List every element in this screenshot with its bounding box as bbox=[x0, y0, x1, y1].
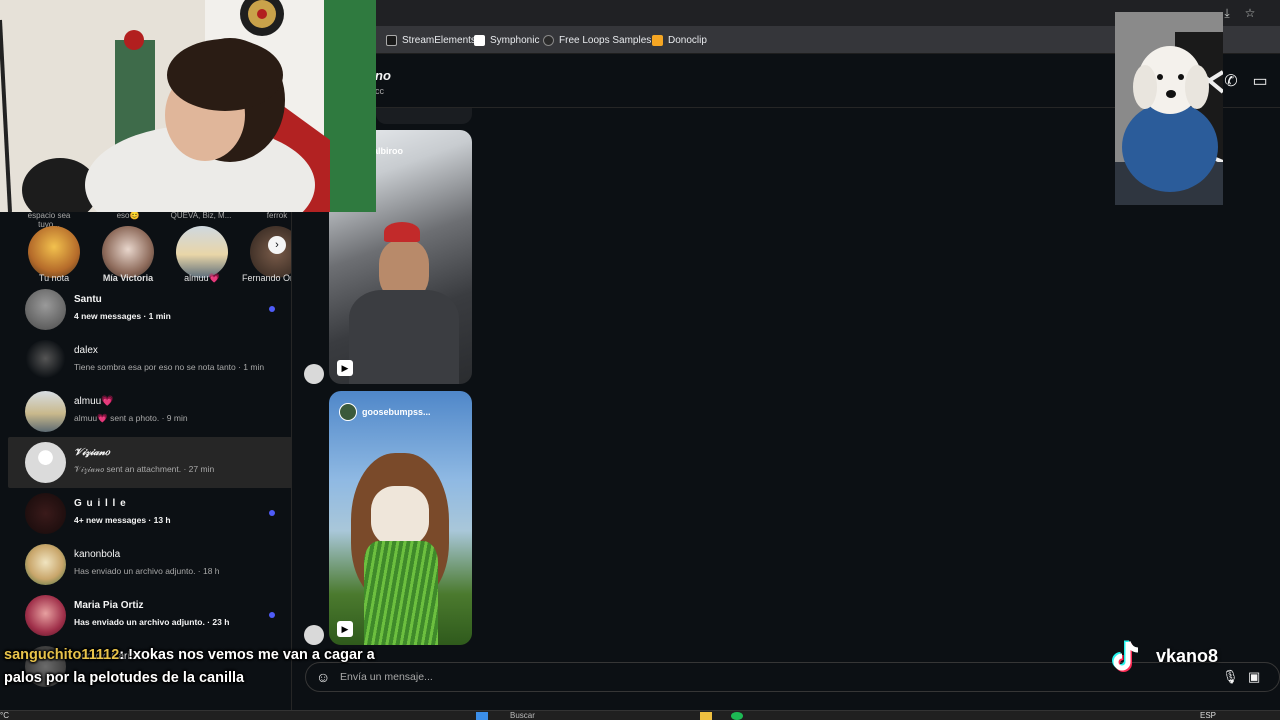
avatar bbox=[25, 493, 66, 534]
bookmark-label: Symphonic bbox=[490, 34, 540, 46]
file-explorer-icon[interactable] bbox=[700, 712, 712, 720]
note-bubble: ferrok bbox=[266, 211, 288, 220]
note-avatar[interactable] bbox=[28, 226, 80, 278]
conversation-preview: Has enviado un archivo adjunto. · 23 h bbox=[74, 617, 230, 627]
reel-username-text: albiroo bbox=[373, 146, 404, 156]
avatar bbox=[25, 391, 66, 432]
phone-call-icon[interactable]: ✆ bbox=[1221, 72, 1241, 92]
chat-title[interactable]: no bbox=[375, 68, 391, 83]
bookmark-freeloops[interactable]: Free Loops Samples... bbox=[543, 32, 660, 48]
tiktok-handle: vkano8 bbox=[1156, 645, 1219, 666]
conversation-name: almuu💗 bbox=[74, 396, 114, 407]
tiktok-logo-icon bbox=[1112, 640, 1139, 672]
conversation-preview: 4+ new messages · 13 h bbox=[74, 515, 171, 525]
reel-username-text: goosebumpss... bbox=[362, 407, 431, 417]
conversation-name: G u i l l e bbox=[74, 498, 127, 509]
reel-thumbnail-cap bbox=[384, 222, 420, 242]
conversation-item-active[interactable]: 𝒱𝒾𝓏𝒾𝒶𝓃𝑜 𝒱𝒾𝓏𝒾𝒶𝓃𝑜 sent an attachment. · 27… bbox=[8, 437, 291, 488]
freeloops-icon bbox=[543, 34, 554, 46]
reel-thumbnail-cow-face bbox=[371, 486, 429, 546]
symphonic-icon bbox=[474, 34, 485, 46]
reel-icon: ▶ bbox=[337, 621, 353, 637]
donoclip-icon bbox=[652, 34, 663, 46]
conversation-name: kanonbola bbox=[74, 549, 121, 560]
bookmark-donoclip[interactable]: Donoclip bbox=[652, 32, 707, 48]
sender-avatar[interactable] bbox=[304, 364, 324, 384]
conversation-preview: almuu💗 sent a photo. · 9 min bbox=[74, 413, 188, 423]
reel-icon: ▶ bbox=[337, 360, 353, 376]
note-bubble: eso😊 bbox=[116, 211, 140, 220]
note-label: Tu nota bbox=[38, 273, 70, 283]
conversation-name: Santu bbox=[74, 294, 102, 305]
avatar bbox=[25, 544, 66, 585]
unread-dot bbox=[269, 612, 275, 618]
chevron-right-icon[interactable]: › bbox=[268, 236, 286, 254]
unread-dot bbox=[269, 306, 275, 312]
conversation-item[interactable]: Santu 4 new messages · 1 min bbox=[8, 284, 291, 335]
start-icon[interactable] bbox=[476, 712, 488, 720]
reel-user-avatar bbox=[339, 403, 357, 421]
avatar bbox=[25, 340, 66, 381]
conversation-item[interactable]: G u i l l e 4+ new messages · 13 h bbox=[8, 488, 291, 539]
previous-message bbox=[376, 108, 472, 124]
reel-username[interactable]: goosebumpss... bbox=[339, 403, 431, 421]
bookmark-label: Free Loops Samples... bbox=[559, 34, 660, 46]
streamer-webcam bbox=[0, 0, 376, 212]
stream-chat-overlay: sanguchito11112: !xokas nos vemos me van… bbox=[4, 644, 404, 690]
reel-thumbnail-grass bbox=[364, 541, 438, 645]
chat-subtitle: cc bbox=[375, 86, 384, 96]
conversation-name: Maria Pia Ortiz bbox=[74, 600, 144, 611]
bookmark-label: Donoclip bbox=[668, 34, 707, 46]
shared-reel[interactable]: goosebumpss... ▶ bbox=[329, 391, 472, 645]
conversation-name: 𝒱𝒾𝓏𝒾𝒶𝓃𝑜 bbox=[74, 447, 110, 458]
note-bubble: QUEVA, Biz, M... bbox=[170, 211, 232, 220]
avatar bbox=[25, 442, 66, 483]
spotify-icon[interactable] bbox=[731, 712, 743, 720]
bookmark-label: StreamElements bbox=[402, 34, 476, 46]
avatar bbox=[25, 289, 66, 330]
image-icon[interactable]: ▣ bbox=[1248, 670, 1260, 684]
note-label: almuu💗 bbox=[184, 273, 220, 283]
video-call-icon[interactable]: ▭ bbox=[1250, 72, 1270, 92]
dog-scene bbox=[1115, 12, 1223, 205]
conversation-preview: 𝒱𝒾𝓏𝒾𝒶𝓃𝑜 sent an attachment. · 27 min bbox=[74, 464, 215, 474]
note-label: Fernando Or bbox=[242, 273, 292, 283]
streamelements-icon bbox=[386, 34, 397, 46]
microphone-icon[interactable]: 🎙 bbox=[1222, 670, 1239, 684]
conversation-preview: 4 new messages · 1 min bbox=[74, 311, 171, 321]
tiktok-watermark: vkano8 bbox=[1106, 636, 1218, 676]
reel-thumbnail-body bbox=[349, 290, 459, 384]
conversation-item[interactable]: dalex Tiene sombra esa por eso no se not… bbox=[8, 335, 291, 386]
conversation-item[interactable]: kanonbola Has enviado un archivo adjunto… bbox=[8, 539, 291, 590]
message-input[interactable] bbox=[340, 668, 1040, 686]
chat-username: sanguchito11112 bbox=[4, 647, 120, 663]
note-avatar[interactable] bbox=[102, 226, 154, 278]
conversation-item[interactable]: Maria Pia Ortiz Has enviado un archivo a… bbox=[8, 590, 291, 641]
reel-username[interactable]: albiroo bbox=[373, 146, 403, 156]
note-label: Mía Victoria bbox=[102, 273, 154, 283]
taskbar-search[interactable]: Buscar bbox=[510, 711, 535, 720]
bookmark-symphonic[interactable]: Symphonic bbox=[474, 32, 539, 48]
pet-video-overlay bbox=[1115, 12, 1223, 205]
conversation-item[interactable]: almuu💗 almuu💗 sent a photo. · 9 min bbox=[8, 386, 291, 437]
unread-dot bbox=[269, 510, 275, 516]
note-avatar[interactable] bbox=[176, 226, 228, 278]
windows-taskbar: °C Buscar ESP bbox=[0, 710, 1280, 720]
conversation-preview: Has enviado un archivo adjunto. · 18 h bbox=[74, 566, 220, 576]
conversation-name: dalex bbox=[74, 345, 98, 356]
bookmark-streamelements[interactable]: StreamElements bbox=[386, 32, 476, 48]
avatar bbox=[25, 595, 66, 636]
conversation-preview: Tiene sombra esa por eso no se nota tant… bbox=[74, 362, 265, 372]
sender-avatar[interactable] bbox=[304, 625, 324, 645]
language-indicator[interactable]: ESP bbox=[1200, 711, 1216, 720]
bookmark-star-icon[interactable]: ☆ bbox=[1243, 6, 1257, 20]
webcam-scene bbox=[0, 0, 376, 212]
weather-text: °C bbox=[0, 711, 9, 720]
